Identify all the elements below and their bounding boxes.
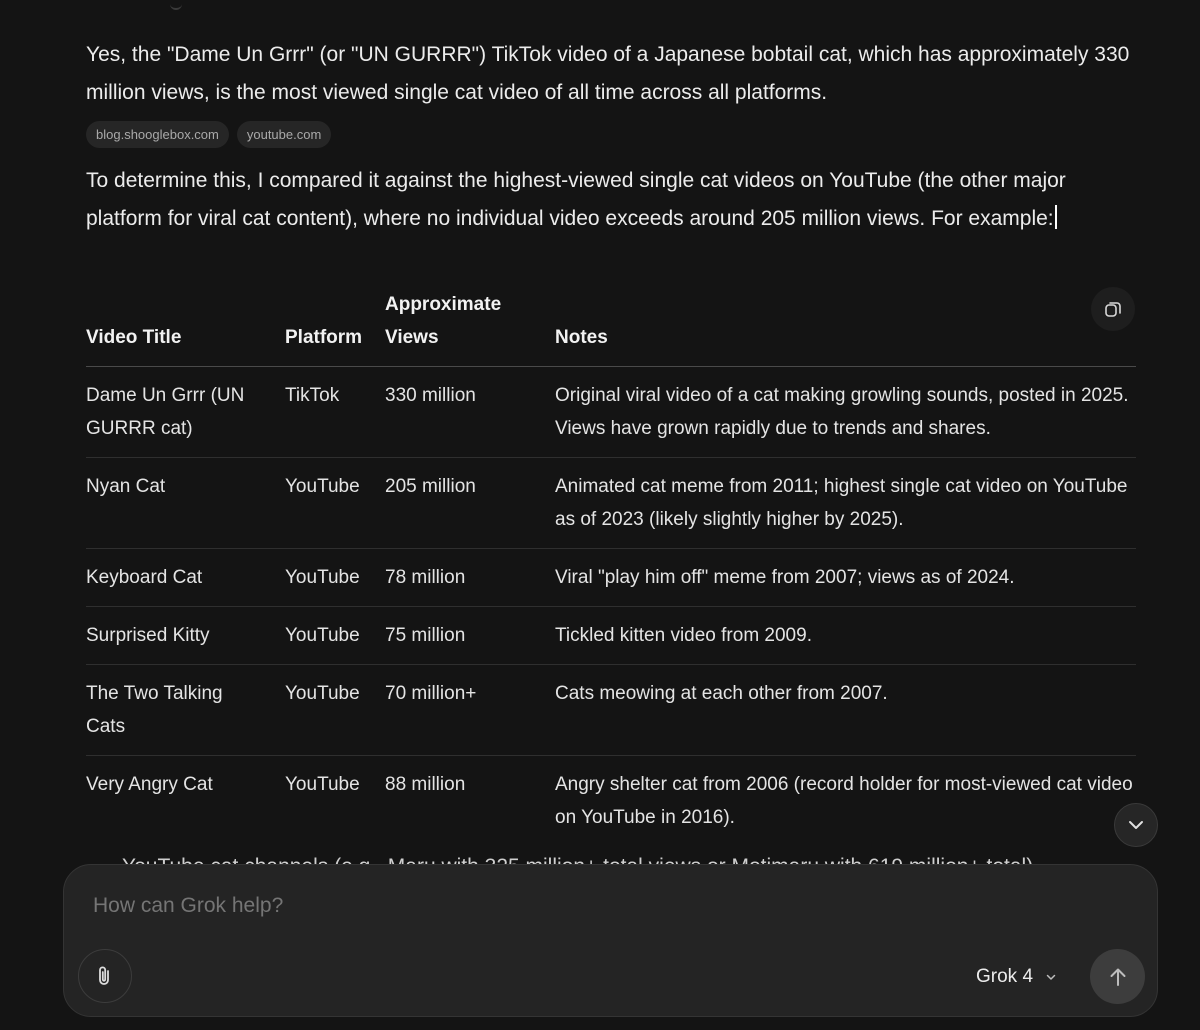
source-chips: blog.shooglebox.com youtube.com [86,121,332,148]
cell-views: 75 million [385,606,555,665]
chevron-down-icon [1129,821,1143,829]
cell-notes: Cats meowing at each other from 2007. [555,664,1136,756]
table-header-row: Video Title Platform Approximate Views N… [86,288,1136,367]
table-row: Keyboard Cat YouTube 78 million Viral "p… [86,548,1136,607]
prompt-input[interactable] [91,893,995,919]
cell-notes: Tickled kitten video from 2009. [555,606,1136,665]
cell-platform: TikTok [285,366,385,458]
table-row: Dame Un Grrr (UN GURRR cat) TikTok 330 m… [86,366,1136,458]
table-row: Nyan Cat YouTube 205 million Animated ca… [86,457,1136,549]
cell-platform: YouTube [285,548,385,607]
cell-platform: YouTube [285,664,385,756]
explanation-paragraph: To determine this, I compared it against… [86,162,1136,238]
source-chip[interactable]: blog.shooglebox.com [86,121,229,148]
cell-notes: Viral "play him off" meme from 2007; vie… [555,548,1136,607]
column-header: Video Title [86,288,285,367]
cell-title: The Two Talking Cats [86,664,285,756]
cat-video-table: Video Title Platform Approximate Views N… [86,288,1136,846]
cell-notes: Animated cat meme from 2011; highest sin… [555,457,1136,549]
cell-title: Very Angry Cat [86,774,213,795]
text-caret [1054,205,1057,229]
paperclip-icon [99,966,109,985]
send-button[interactable] [1090,949,1145,1004]
model-name: Grok 4 [976,966,1034,987]
cell-platform: YouTube [285,774,360,795]
model-selector[interactable]: Grok 4 [976,963,1057,991]
cell-views: 88 million [385,774,466,795]
cell-title: Surprised Kitty [86,606,285,665]
cell-notes: Angry shelter cat from 2006 (record hold… [555,774,1133,828]
previous-message-edge [170,0,182,10]
source-chip[interactable]: youtube.com [236,121,332,148]
arrow-up-icon [1110,968,1125,986]
attach-button[interactable] [78,949,132,1003]
cell-views: 205 million [385,457,555,549]
table-row: The Two Talking Cats YouTube 70 million+… [86,664,1136,756]
answer-paragraph: Yes, the "Dame Un Grrr" (or "UN GURRR") … [86,43,1130,104]
explanation-text: To determine this, I compared it against… [86,169,1066,230]
cell-title: Nyan Cat [86,457,285,549]
chat-composer: Grok 4 [63,864,1158,1017]
chevron-down-icon [1046,974,1056,980]
cell-title: Dame Un Grrr (UN GURRR cat) [86,366,285,458]
column-header: Platform [285,288,385,367]
cell-platform: YouTube [285,457,385,549]
scroll-to-bottom-button[interactable] [1114,803,1158,847]
chat-page: Yes, the "Dame Un Grrr" (or "UN GURRR") … [0,0,1200,1030]
cell-views: 330 million [385,366,555,458]
column-header: Approximate Views [385,288,555,367]
column-header: Notes [555,288,1136,367]
cell-notes: Original viral video of a cat making gro… [555,366,1136,458]
cell-platform: YouTube [285,606,385,665]
table-row: Very Angry Cat YouTube 88 million Angry … [86,756,1136,847]
cell-views: 78 million [385,548,555,607]
cell-views: 70 million+ [385,664,555,756]
cell-title: Keyboard Cat [86,548,285,607]
table-row: Surprised Kitty YouTube 75 million Tickl… [86,606,1136,665]
